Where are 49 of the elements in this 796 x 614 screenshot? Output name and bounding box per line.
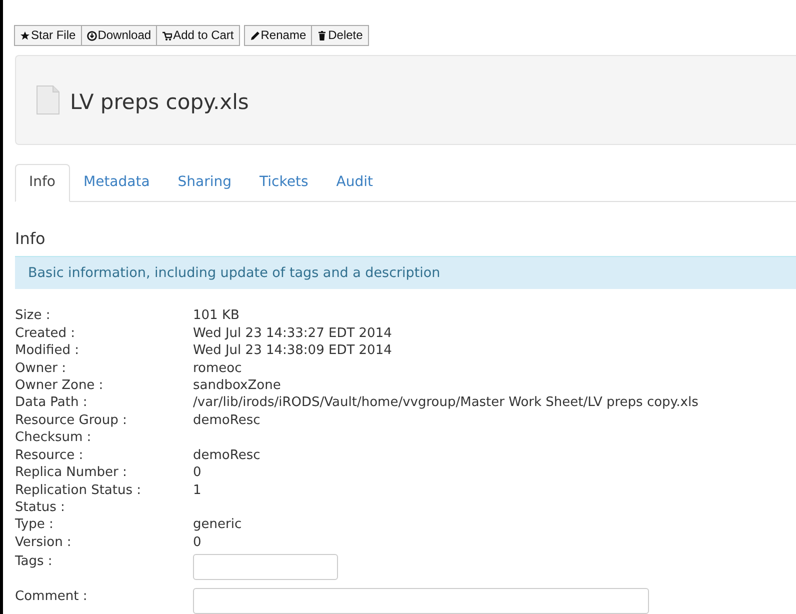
toolbar-button[interactable]: Download — [80, 25, 158, 46]
field-label: Data Path : — [15, 395, 88, 410]
field-label: Resource : — [15, 448, 84, 463]
field-label: Replication Status : — [15, 482, 142, 498]
info-banner: Basic information, including update of tags and a description — [15, 256, 796, 290]
field-label: Replica Number : — [15, 465, 127, 480]
star-icon — [20, 30, 30, 40]
field-label: Created : — [15, 326, 75, 341]
field-label: Owner : — [15, 360, 66, 376]
comment-field[interactable] — [193, 588, 649, 614]
field-label: Type : — [15, 517, 54, 532]
field-label: Tags : — [15, 554, 52, 570]
trash-icon — [317, 30, 328, 40]
toolbar-button[interactable]: Add to Cart — [156, 25, 240, 46]
field-label: Modified : — [15, 343, 79, 358]
pencil-icon — [250, 30, 260, 40]
field-value: Wed Jul 23 14:38:09 EDT 2014 — [193, 343, 392, 358]
field-value: 1 — [193, 482, 202, 498]
tab[interactable]: Audit — [322, 164, 387, 202]
toolbar-button[interactable]: Rename — [244, 25, 312, 46]
field-value: demoResc — [193, 448, 260, 463]
field-value: sandboxZone — [193, 378, 281, 394]
field-label: Comment : — [15, 589, 88, 604]
field-label: Resource Group : — [15, 412, 127, 428]
field-value: 0 — [193, 534, 202, 550]
toolbar-button[interactable]: Star File — [14, 25, 82, 46]
field-value: generic — [193, 517, 242, 532]
document-icon — [36, 85, 60, 115]
download-icon — [86, 30, 97, 40]
field-label: Status : — [15, 500, 65, 515]
cart-icon — [162, 30, 172, 40]
tab[interactable]: Tickets — [246, 164, 322, 202]
tab[interactable]: Info — [15, 164, 70, 202]
field-value: 101 KB — [193, 308, 240, 324]
field-label: Owner Zone : — [15, 378, 104, 394]
field-label: Size : — [15, 308, 50, 324]
field-value: Wed Jul 23 14:33:27 EDT 2014 — [193, 326, 392, 341]
tags-field[interactable] — [193, 554, 338, 580]
toolbar-button[interactable]: Delete — [311, 25, 369, 46]
field-value: romeoc — [193, 360, 242, 376]
section-title: Info — [15, 229, 46, 248]
field-label: Checksum : — [15, 430, 92, 446]
tab[interactable]: Sharing — [164, 164, 246, 202]
file-name: LV preps copy.xls — [70, 89, 249, 116]
tab[interactable]: Metadata — [70, 164, 164, 202]
field-label: Version : — [15, 534, 72, 550]
field-value: demoResc — [193, 412, 260, 428]
field-value: /var/lib/irods/iRODS/Vault/home/vvgroup/Master Work Sheet/LV preps copy.xls — [193, 395, 698, 410]
field-value: 0 — [193, 465, 202, 480]
